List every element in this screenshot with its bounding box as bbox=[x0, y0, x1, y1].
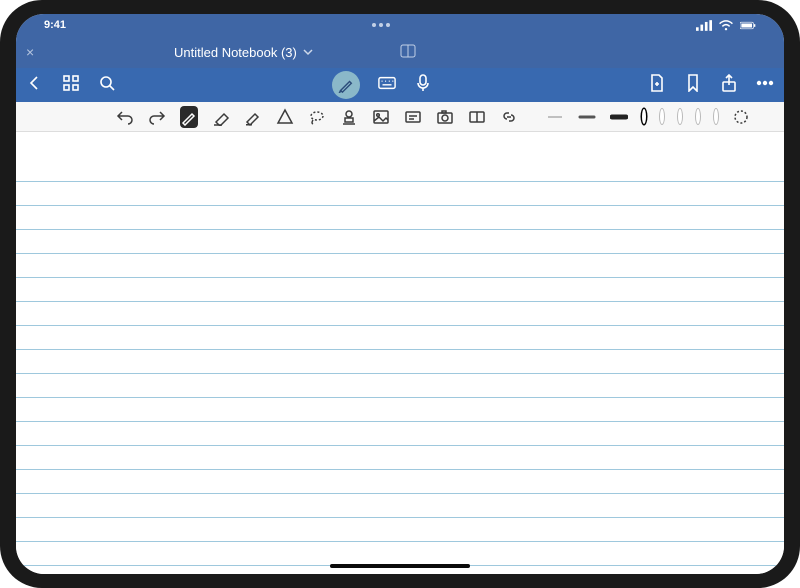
link-tool-button[interactable] bbox=[500, 106, 518, 128]
note-canvas[interactable] bbox=[16, 132, 784, 574]
multitask-dots[interactable] bbox=[372, 23, 390, 27]
dot-icon bbox=[386, 23, 390, 27]
highlighter-tool-button[interactable] bbox=[244, 106, 262, 128]
keyboard-mode-button[interactable] bbox=[378, 74, 396, 97]
camera-tool-button[interactable] bbox=[436, 106, 454, 128]
chevron-down-icon bbox=[303, 47, 313, 57]
add-page-button[interactable] bbox=[648, 74, 666, 97]
lasso-tool-button[interactable] bbox=[308, 106, 326, 128]
signal-icon bbox=[696, 20, 712, 31]
image-tool-button[interactable] bbox=[372, 106, 390, 128]
device-frame: 9:41 × Untitled Notebook (3) bbox=[0, 0, 800, 588]
pen-tool-button[interactable] bbox=[180, 106, 198, 128]
document-title: Untitled Notebook (3) bbox=[174, 45, 297, 60]
mic-button[interactable] bbox=[414, 74, 432, 97]
back-button[interactable] bbox=[26, 74, 44, 97]
title-bar: × Untitled Notebook (3) bbox=[16, 36, 784, 68]
color-swatch-2[interactable] bbox=[660, 109, 664, 124]
status-bar: 9:41 bbox=[16, 14, 784, 36]
home-indicator[interactable] bbox=[330, 564, 470, 568]
textbox-tool-button[interactable] bbox=[404, 106, 422, 128]
share-button[interactable] bbox=[720, 74, 738, 97]
search-button[interactable] bbox=[98, 74, 116, 97]
color-swatch-3[interactable] bbox=[678, 109, 682, 124]
status-time: 9:41 bbox=[44, 19, 66, 31]
eraser-tool-button[interactable] bbox=[212, 106, 230, 128]
color-wheel-button[interactable] bbox=[732, 106, 750, 128]
split-view-button[interactable] bbox=[400, 43, 416, 62]
stroke-thick-button[interactable] bbox=[610, 108, 628, 126]
status-right bbox=[696, 20, 756, 31]
bookmark-button[interactable] bbox=[684, 74, 702, 97]
dot-icon bbox=[379, 23, 383, 27]
stroke-thin-button[interactable] bbox=[546, 108, 564, 126]
color-swatch-1[interactable] bbox=[642, 109, 646, 124]
pen-mode-button[interactable] bbox=[332, 71, 360, 99]
color-swatch-5[interactable] bbox=[714, 109, 718, 124]
stamp-tool-button[interactable] bbox=[340, 106, 358, 128]
battery-icon bbox=[740, 20, 756, 31]
redo-button[interactable] bbox=[148, 106, 166, 128]
shape-tool-button[interactable] bbox=[276, 106, 294, 128]
screen: 9:41 × Untitled Notebook (3) bbox=[16, 14, 784, 574]
drawing-toolbar bbox=[16, 102, 784, 132]
stroke-medium-button[interactable] bbox=[578, 108, 596, 126]
close-doc-button[interactable]: × bbox=[26, 44, 34, 60]
document-title-dropdown[interactable]: Untitled Notebook (3) bbox=[174, 45, 313, 60]
dot-icon bbox=[372, 23, 376, 27]
widget-tool-button[interactable] bbox=[468, 106, 486, 128]
more-button[interactable] bbox=[756, 74, 774, 97]
wifi-icon bbox=[718, 20, 734, 31]
grid-view-button[interactable] bbox=[62, 74, 80, 97]
color-swatch-4[interactable] bbox=[696, 109, 700, 124]
app-bar bbox=[16, 68, 784, 102]
undo-button[interactable] bbox=[116, 106, 134, 128]
